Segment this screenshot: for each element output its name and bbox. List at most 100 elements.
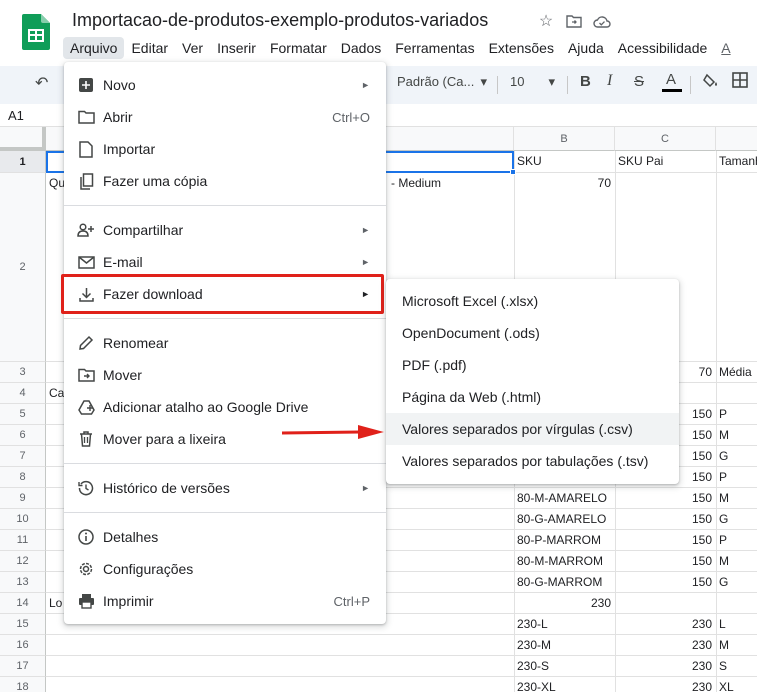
row-header[interactable]: 9 <box>0 488 46 509</box>
menu-item-renomear[interactable]: Renomear <box>64 327 386 359</box>
menu-item-mover[interactable]: Mover <box>64 359 386 391</box>
menu-item-importar[interactable]: Importar <box>64 133 386 165</box>
menu-item-novo[interactable]: Novo ► <box>64 69 386 101</box>
undo-icon[interactable]: ↶ <box>35 73 48 93</box>
cell[interactable]: 80-M-MARROM <box>517 554 603 568</box>
menu-extensoes[interactable]: Extensões <box>482 37 561 59</box>
row-header[interactable]: 18 <box>0 677 46 692</box>
cell[interactable]: XL <box>719 680 734 692</box>
text-color-button[interactable]: A <box>662 71 682 92</box>
cell[interactable]: 230 <box>618 659 712 673</box>
menu-item-detalhes[interactable]: Detalhes <box>64 521 386 553</box>
italic-button[interactable]: I <box>607 72 612 90</box>
column-header-c[interactable]: C <box>615 127 716 151</box>
cell[interactable]: Lo <box>49 596 62 610</box>
cell[interactable]: Qu <box>49 176 65 190</box>
row-header[interactable]: 4 <box>0 383 46 404</box>
cell[interactable]: S <box>719 659 727 673</box>
row-header[interactable]: 6 <box>0 425 46 446</box>
menu-dados[interactable]: Dados <box>334 37 388 59</box>
strikethrough-button[interactable]: S <box>634 73 644 90</box>
menu-item-fazer-copia[interactable]: Fazer uma cópia <box>64 165 386 197</box>
cell[interactable]: 150 <box>618 554 712 568</box>
cell[interactable]: 150 <box>618 491 712 505</box>
cell[interactable]: L <box>719 617 726 631</box>
cell[interactable]: 150 <box>618 575 712 589</box>
column-header-d[interactable] <box>716 127 757 151</box>
font-size-select[interactable]: 10 ▾ <box>510 74 555 90</box>
row-header[interactable]: 16 <box>0 635 46 656</box>
cell[interactable]: P <box>719 533 727 547</box>
menu-item-adicionar-atalho[interactable]: Adicionar atalho ao Google Drive <box>64 391 386 423</box>
menu-formatar[interactable]: Formatar <box>263 37 334 59</box>
cell[interactable]: SKU <box>517 154 542 168</box>
menu-item-compartilhar[interactable]: Compartilhar ► <box>64 214 386 246</box>
column-header-b[interactable]: B <box>514 127 615 151</box>
menu-item-historico-versoes[interactable]: Histórico de versões ► <box>64 472 386 504</box>
menu-inserir[interactable]: Inserir <box>210 37 263 59</box>
cell[interactable]: G <box>719 575 728 589</box>
cell[interactable]: P <box>719 470 727 484</box>
menu-editar[interactable]: Editar <box>124 37 175 59</box>
row-header[interactable]: 13 <box>0 572 46 593</box>
cell[interactable]: SKU Pai <box>618 154 663 168</box>
download-ods-option[interactable]: OpenDocument (.ods) <box>386 317 679 349</box>
cell[interactable]: 150 <box>618 512 712 526</box>
cell[interactable]: 230-XL <box>517 680 556 692</box>
cell[interactable]: M <box>719 554 729 568</box>
cell[interactable]: 230-L <box>517 617 548 631</box>
cell[interactable]: 80-G-MARROM <box>517 575 602 589</box>
cell[interactable]: - Medium <box>391 176 441 190</box>
name-box[interactable]: A1 <box>8 108 24 123</box>
menu-arquivo[interactable]: Arquivo <box>63 37 125 59</box>
menu-ver[interactable]: Ver <box>175 37 210 59</box>
fill-handle[interactable] <box>510 169 516 175</box>
document-title[interactable]: Importacao-de-produtos-exemplo-produtos-… <box>72 10 488 31</box>
menu-item-imprimir[interactable]: Imprimir Ctrl+P <box>64 585 386 617</box>
cell[interactable]: 230-M <box>517 638 551 652</box>
cell[interactable]: Tamanh <box>719 154 757 168</box>
select-all-corner[interactable] <box>0 127 46 151</box>
move-to-folder-icon[interactable] <box>565 12 583 30</box>
cell[interactable]: M <box>719 638 729 652</box>
menu-acessibilidade[interactable]: Acessibilidade <box>611 37 715 59</box>
last-edit-link[interactable]: A <box>714 37 737 59</box>
cell[interactable]: G <box>719 512 728 526</box>
sheets-logo-icon[interactable] <box>22 14 50 50</box>
cell[interactable]: 230 <box>618 680 712 692</box>
download-pdf-option[interactable]: PDF (.pdf) <box>386 349 679 381</box>
cell[interactable]: P <box>719 407 727 421</box>
row-header[interactable]: 8 <box>0 467 46 488</box>
cell[interactable]: Média <box>719 365 752 379</box>
cell[interactable]: M <box>719 491 729 505</box>
download-csv-option[interactable]: Valores separados por vírgulas (.csv) <box>386 413 679 445</box>
cell[interactable]: 230 <box>618 617 712 631</box>
cell[interactable]: G <box>719 449 728 463</box>
menu-ferramentas[interactable]: Ferramentas <box>388 37 481 59</box>
row-header[interactable]: 11 <box>0 530 46 551</box>
cell[interactable]: Ca <box>49 386 64 400</box>
borders-icon[interactable] <box>732 72 748 93</box>
bold-button[interactable]: B <box>580 73 591 90</box>
menu-item-abrir[interactable]: Abrir Ctrl+O <box>64 101 386 133</box>
row-header[interactable]: 14 <box>0 593 46 614</box>
row-header[interactable]: 2 <box>0 173 46 362</box>
download-html-option[interactable]: Página da Web (.html) <box>386 381 679 413</box>
cell[interactable]: 230-S <box>517 659 549 673</box>
cell[interactable]: 230 <box>618 638 712 652</box>
row-header[interactable]: 1 <box>0 151 46 173</box>
cell[interactable]: 80-P-MARROM <box>517 533 601 547</box>
cell[interactable]: M <box>719 428 729 442</box>
row-header[interactable]: 7 <box>0 446 46 467</box>
cell[interactable]: 70 <box>517 176 611 190</box>
row-header[interactable]: 5 <box>0 404 46 425</box>
menu-item-configuracoes[interactable]: Configurações <box>64 553 386 585</box>
cell[interactable]: 150 <box>618 533 712 547</box>
row-header[interactable]: 15 <box>0 614 46 635</box>
download-xlsx-option[interactable]: Microsoft Excel (.xlsx) <box>386 285 679 317</box>
row-header[interactable]: 3 <box>0 362 46 383</box>
download-tsv-option[interactable]: Valores separados por tabulações (.tsv) <box>386 445 679 477</box>
cloud-status-icon[interactable] <box>593 12 611 30</box>
cell[interactable]: 80-M-AMARELO <box>517 491 607 505</box>
fill-color-icon[interactable] <box>703 73 721 94</box>
